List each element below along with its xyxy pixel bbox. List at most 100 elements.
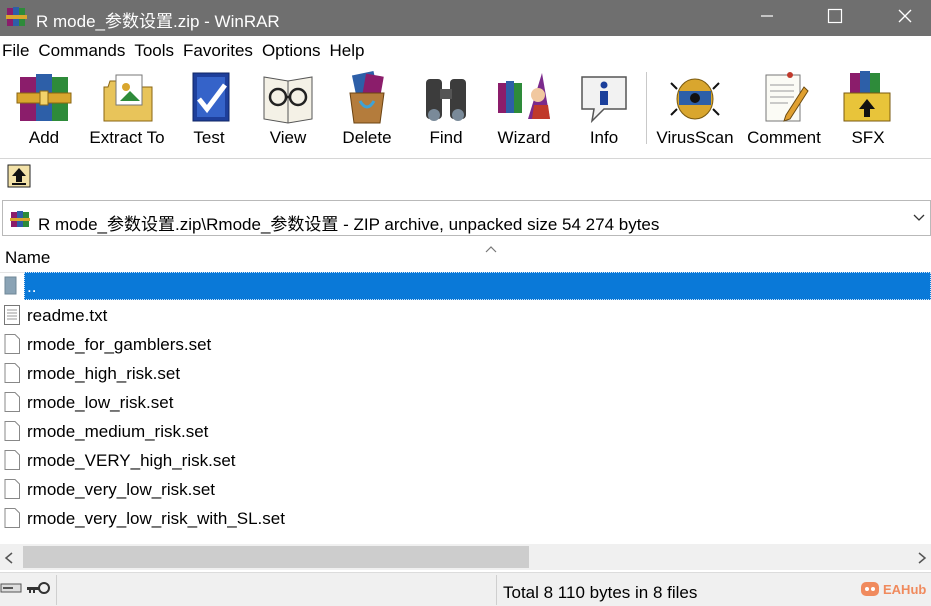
find-label: Find [429, 128, 463, 147]
menu-favorites[interactable]: Favorites [180, 41, 256, 61]
menu-bar: File Commands Tools Favorites Options He… [0, 36, 931, 66]
file-name: rmode_very_low_risk_with_SL.set [27, 509, 285, 528]
file-name: rmode_for_gamblers.set [27, 335, 212, 354]
test-button[interactable]: Test [172, 66, 246, 154]
file-icon [3, 478, 21, 505]
horizontal-scrollbar[interactable] [0, 544, 931, 570]
column-header-name[interactable]: Name [0, 238, 931, 273]
wizard-icon [498, 73, 550, 119]
list-item[interactable]: rmode_VERY_high_risk.set [0, 446, 931, 475]
find-binoculars-icon [426, 79, 466, 121]
delete-icon [349, 70, 385, 124]
parent-folder-icon [3, 275, 19, 300]
view-label: View [269, 128, 307, 147]
winrar-books-icon [5, 5, 29, 29]
file-icon [3, 449, 21, 476]
file-name: rmode_VERY_high_risk.set [27, 451, 236, 470]
status-separator [496, 575, 497, 605]
extract-to-icon [103, 74, 153, 122]
file-list: Name .. readme.txt rmode_for_gamblers.se… [0, 238, 931, 544]
sfx-icon [843, 71, 891, 122]
up-arrow-icon [7, 164, 31, 188]
file-icon [3, 420, 21, 447]
list-item[interactable]: rmode_medium_risk.set [0, 417, 931, 446]
test-icon [192, 72, 230, 122]
watermark: EAHub [860, 580, 926, 598]
close-button[interactable] [882, 0, 928, 32]
chevron-down-icon[interactable] [912, 211, 926, 230]
file-rows: .. readme.txt rmode_for_gamblers.set rmo… [0, 272, 931, 533]
file-name: rmode_low_risk.set [27, 393, 174, 412]
menu-help[interactable]: Help [327, 41, 368, 61]
find-button[interactable]: Find [408, 66, 484, 154]
test-label: Test [193, 128, 225, 147]
wizard-label: Wizard [497, 128, 551, 147]
scrollbar-thumb[interactable] [23, 546, 529, 568]
up-one-level-button[interactable] [7, 164, 31, 188]
scroll-right-icon[interactable] [917, 551, 927, 569]
menu-commands[interactable]: Commands [35, 41, 128, 61]
virus-scan-icon [670, 78, 720, 120]
archive-icon [9, 209, 31, 234]
list-item[interactable]: rmode_very_low_risk.set [0, 475, 931, 504]
list-item[interactable]: rmode_low_risk.set [0, 388, 931, 417]
eahub-logo-icon [861, 582, 879, 596]
menu-file[interactable]: File [0, 41, 32, 61]
comment-icon [765, 72, 809, 122]
close-icon [898, 9, 912, 23]
title-bar[interactable]: R mode_参数设置.zip - WinRAR [0, 0, 931, 36]
info-label: Info [589, 128, 619, 147]
minimize-icon [761, 15, 773, 17]
window-title: R mode_参数设置.zip - WinRAR [36, 12, 280, 31]
sfx-label: SFX [851, 128, 885, 147]
menu-tools[interactable]: Tools [131, 41, 177, 61]
list-item[interactable]: rmode_for_gamblers.set [0, 330, 931, 359]
comment-label: Comment [747, 128, 821, 147]
minimize-button[interactable] [744, 0, 790, 32]
toolbar-separator [646, 72, 647, 144]
list-item-parent-folder[interactable]: .. [0, 272, 931, 301]
drive-icon[interactable] [0, 580, 22, 601]
text-file-icon [3, 304, 21, 331]
navigation-row [0, 158, 931, 198]
extract-to-button[interactable]: Extract To [86, 66, 168, 154]
toolbar: Add Extract To Test View Delete Find Wiz… [0, 66, 931, 159]
maximize-button[interactable] [812, 0, 858, 32]
list-item[interactable]: rmode_high_risk.set [0, 359, 931, 388]
virus-scan-label: VirusScan [656, 128, 734, 147]
column-name-label: Name [5, 248, 51, 267]
file-name: rmode_high_risk.set [27, 364, 181, 383]
file-name: rmode_medium_risk.set [27, 422, 209, 441]
file-icon [3, 333, 21, 360]
address-bar[interactable]: R mode_参数设置.zip\Rmode_参数设置 - ZIP archive… [2, 200, 931, 236]
status-bar: Total 8 110 bytes in 8 files EAHub [0, 572, 931, 606]
list-item[interactable]: rmode_very_low_risk_with_SL.set [0, 504, 931, 533]
status-text: Total 8 110 bytes in 8 files [503, 583, 698, 602]
virus-scan-button[interactable]: VirusScan [654, 66, 736, 154]
view-icon [263, 76, 313, 124]
info-button[interactable]: Info [570, 66, 638, 154]
file-name: rmode_very_low_risk.set [27, 480, 216, 499]
watermark-text: EAHub [883, 581, 927, 597]
add-button[interactable]: Add [6, 66, 82, 154]
address-path: R mode_参数设置.zip\Rmode_参数设置 - ZIP archive… [38, 215, 660, 234]
selection-highlight [24, 272, 931, 300]
scroll-left-icon[interactable] [4, 551, 14, 569]
menu-options[interactable]: Options [259, 41, 324, 61]
sfx-button[interactable]: SFX [836, 66, 900, 154]
info-icon [581, 76, 627, 124]
extract-to-label: Extract To [89, 128, 165, 147]
comment-button[interactable]: Comment [742, 66, 826, 154]
file-icon [3, 391, 21, 418]
view-button[interactable]: View [252, 66, 324, 154]
add-label: Add [28, 128, 60, 147]
delete-button[interactable]: Delete [334, 66, 400, 154]
sort-ascending-icon [485, 240, 497, 258]
status-separator [56, 575, 57, 605]
delete-label: Delete [342, 128, 392, 147]
file-name: .. [27, 277, 37, 296]
key-icon[interactable] [25, 580, 51, 601]
wizard-button[interactable]: Wizard [488, 66, 560, 154]
file-icon [3, 507, 21, 534]
list-item[interactable]: readme.txt [0, 301, 931, 330]
